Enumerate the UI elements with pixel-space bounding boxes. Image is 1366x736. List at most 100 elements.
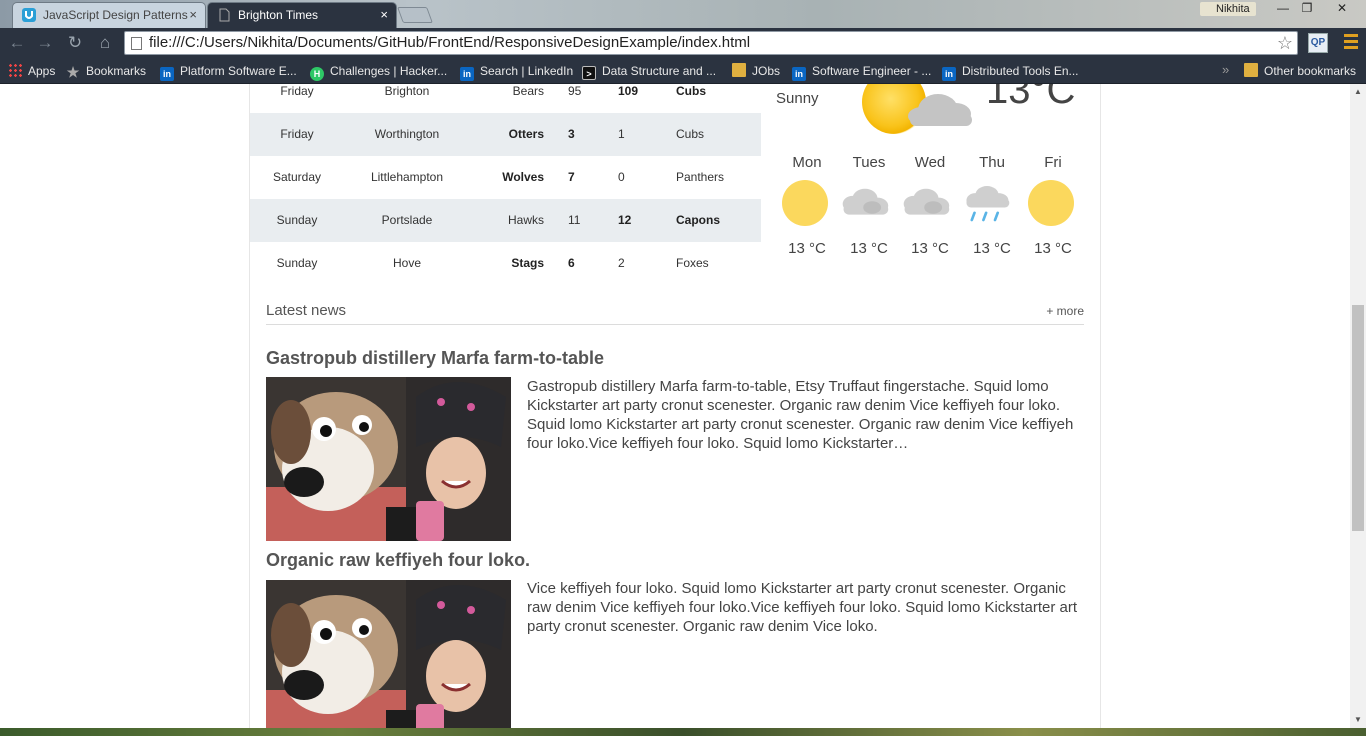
home-team: Otters [508,127,544,141]
home-score: 6 [568,256,575,270]
match-venue: Hove [392,256,421,270]
bookmark-label: Other bookmarks [1264,64,1357,78]
browser-title-bar: JavaScript Design Patterns × Brighton Ti… [0,0,1366,28]
scrollbar-thumb[interactable] [1352,305,1364,531]
close-tab-icon[interactable]: × [189,3,197,27]
home-team: Bears [512,84,544,98]
bookmark-data-structure[interactable]: > Data Structure and ... [582,62,716,80]
weather-condition: Sunny [776,90,819,107]
new-tab-button[interactable] [397,7,433,23]
scroll-up-icon[interactable]: ▲ [1350,84,1366,100]
bookmark-label: Data Structure and ... [602,64,717,78]
forecast-day: Mon [792,154,822,171]
dog-mascot-photo [266,377,511,541]
scores-table: Friday Brighton Bears 95 109 Cubs Friday… [250,84,761,285]
forecast-temperature: 13 °C [850,240,888,257]
scroll-down-icon[interactable]: ▼ [1350,712,1366,728]
home-team: Hawks [507,213,544,227]
chrome-menu-icon[interactable] [1344,34,1358,52]
page-icon [131,37,142,50]
bookmark-challenges-hacker[interactable]: H Challenges | Hacker... [310,62,448,81]
linkedin-icon: in [792,67,806,81]
table-row: Sunday Portslade Hawks 11 12 Capons [250,199,761,242]
match-day: Sunday [276,213,318,227]
cloud-icon [908,94,972,126]
reload-icon[interactable]: ↻ [64,32,86,54]
close-window-icon[interactable]: ✕ [1328,0,1356,18]
os-taskbar [0,728,1366,736]
site-favicon-icon [22,8,36,22]
minimize-icon[interactable]: — [1270,0,1296,18]
bookmark-software-engineer[interactable]: in Software Engineer - ... [792,62,932,81]
bookmarks-bar: Apps ★ Bookmarks in Platform Software E...… [0,58,1366,84]
bookmark-star-icon[interactable]: ☆ [1277,32,1293,54]
more-news-link[interactable]: + more [1046,304,1084,318]
user-profile-button[interactable]: Nikhita [1200,2,1256,16]
close-tab-icon[interactable]: × [380,3,388,27]
forecast-day: Tues [852,154,886,171]
page-viewport: Friday Brighton Bears 95 109 Cubs Friday… [0,84,1350,728]
article-body: Gastropub distillery Marfa farm-to-table… [527,378,1074,452]
match-day: Sunday [276,256,318,270]
bookmark-distributed-tools[interactable]: in Distributed Tools En... [942,62,1079,81]
forecast-day: Thu [979,154,1005,171]
bookmark-apps[interactable]: Apps [8,62,55,80]
bookmarks-overflow-icon[interactable]: » [1222,62,1229,77]
away-score: 2 [618,256,625,270]
star-icon: ★ [66,64,80,80]
apps-icon [8,63,22,77]
restore-icon[interactable]: ❐ [1294,0,1320,18]
match-day: Friday [280,127,314,141]
address-bar[interactable]: file:///C:/Users/Nikhita/Documents/GitHu… [124,31,1298,55]
article-image[interactable] [266,377,511,541]
page-container: Friday Brighton Bears 95 109 Cubs Friday… [249,84,1101,728]
bookmark-other-bookmarks[interactable]: Other bookmarks [1244,62,1356,80]
home-score: 3 [568,127,575,141]
away-score: 1 [618,127,625,141]
away-team: Cubs [676,84,706,98]
linkedin-icon: in [160,67,174,81]
tab-brighton-times[interactable]: Brighton Times × [207,2,397,28]
tab-javascript-design-patterns[interactable]: JavaScript Design Patterns × [12,2,206,28]
page-scrollbar[interactable]: ▲ ▼ [1350,84,1366,728]
match-venue: Brighton [384,84,430,98]
bookmark-label: Challenges | Hacker... [330,64,448,78]
away-score: 12 [618,213,632,227]
forward-arrow-icon[interactable]: → [34,32,56,54]
weather-widget: Sunny 13°C Mon Tues Wed Thu Fri 13 °C 13… [770,84,1100,264]
bookmark-label: Distributed Tools En... [962,64,1079,78]
article-headline[interactable]: Organic raw keffiyeh four loko. [266,550,1084,571]
forecast-temperature: 13 °C [1034,240,1072,257]
forecast-day: Fri [1044,154,1062,171]
terminal-icon: > [582,66,596,80]
bookmark-bookmarks[interactable]: ★ Bookmarks [66,62,146,80]
away-team: Cubs [676,127,705,141]
home-icon[interactable]: ⌂ [94,32,116,54]
table-row: Sunday Hove Stags 6 2 Foxes [250,242,761,285]
home-team: Stags [511,256,544,270]
news-article: Organic raw keffiyeh four loko. Vice kef… [266,550,1084,728]
forecast-temperature: 13 °C [973,240,1011,257]
url-text[interactable]: file:///C:/Users/Nikhita/Documents/GitHu… [149,32,750,54]
away-team: Capons [676,213,721,227]
bookmark-jobs[interactable]: JObs [732,62,780,80]
folder-icon [1244,63,1258,77]
home-score: 7 [568,170,575,184]
user-name: Nikhita [1216,3,1250,15]
bookmark-platform-software[interactable]: in Platform Software E... [160,62,297,81]
bookmark-label: Software Engineer - ... [812,64,932,78]
forecast-temperature: 13 °C [788,240,826,257]
bookmark-label: Bookmarks [86,64,147,78]
sun-icon [1028,180,1078,226]
extension-icon[interactable]: QP [1308,33,1328,53]
article-headline[interactable]: Gastropub distillery Marfa farm-to-table [266,348,1084,369]
match-venue: Littlehampton [370,170,444,184]
back-arrow-icon[interactable]: ← [6,32,28,54]
away-score: 109 [618,84,639,98]
news-section-header: Latest news + more [266,294,1084,325]
match-day: Friday [280,84,314,98]
bookmark-search-linkedin[interactable]: in Search | LinkedIn [460,62,574,81]
article-image[interactable] [266,580,511,728]
bookmark-label: Search | LinkedIn [480,64,574,78]
linkedin-icon: in [460,67,474,81]
